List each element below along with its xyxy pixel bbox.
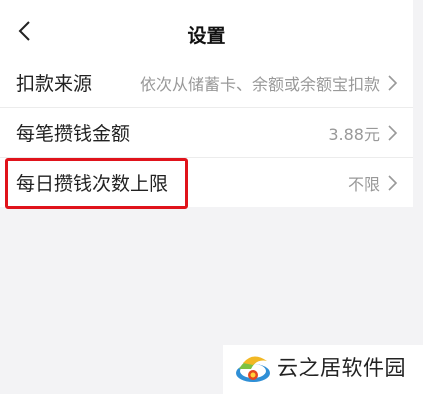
highlight-annotation-box bbox=[5, 158, 188, 209]
setting-value: 不限 bbox=[347, 174, 380, 194]
setting-value: 3.88元 bbox=[328, 124, 380, 144]
setting-row-deduction-source[interactable]: 扣款来源 依次从储蓄卡、余额或余额宝扣款 bbox=[0, 58, 413, 108]
watermark-text: 云之居软件园 bbox=[277, 356, 406, 380]
setting-row-amount-per-save[interactable]: 每笔攒钱金额 3.88元 bbox=[0, 108, 413, 158]
setting-value: 依次从储蓄卡、余额或余额宝扣款 bbox=[139, 74, 380, 94]
setting-label: 扣款来源 bbox=[16, 73, 93, 95]
setting-label: 每笔攒钱金额 bbox=[16, 123, 131, 145]
yunzhiju-logo-icon bbox=[236, 356, 270, 382]
page-title: 设置 bbox=[187, 25, 226, 47]
chevron-right-icon bbox=[388, 74, 398, 91]
chevron-right-icon bbox=[388, 124, 398, 141]
watermark: 云之居软件园 bbox=[223, 345, 423, 394]
chevron-right-icon bbox=[388, 174, 398, 191]
top-bar: 设置 bbox=[0, 0, 413, 58]
